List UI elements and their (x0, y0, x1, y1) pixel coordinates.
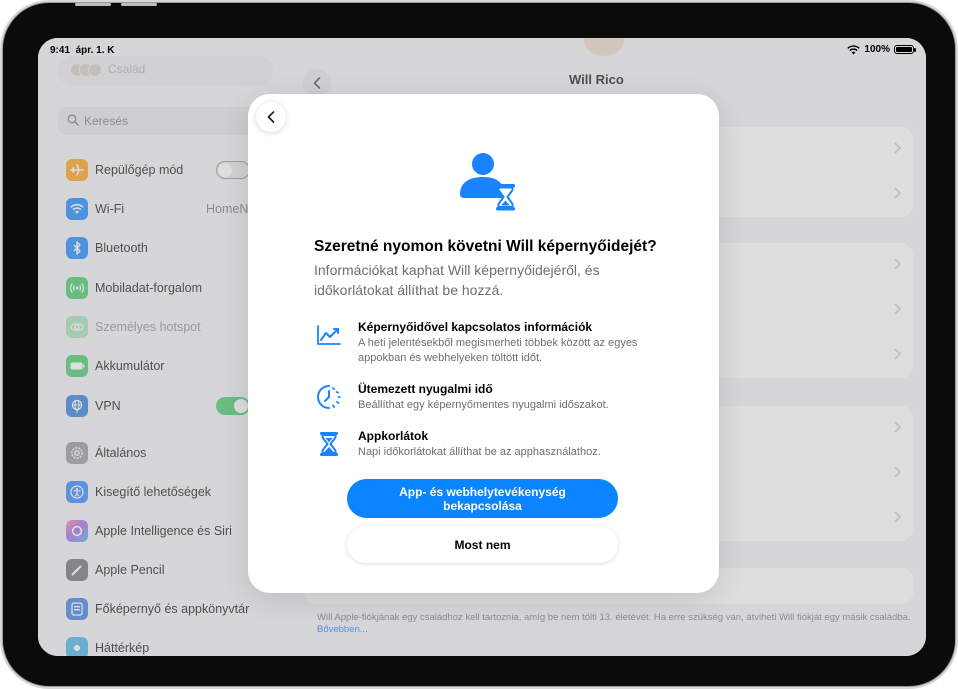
enable-activity-button[interactable]: App- és webhelytevékenység bekapcsolása (347, 479, 618, 518)
hourglass-icon (320, 432, 338, 456)
battery-status-icon (894, 45, 916, 54)
not-now-button[interactable]: Most nem (347, 526, 618, 563)
screen-time-modal: Szeretné nyomon követni Will képernyőide… (248, 94, 719, 593)
feature-title: Ütemezett nyugalmi idő (358, 382, 493, 396)
status-bar: 9:41 ápr. 1. K 100% (38, 38, 926, 60)
modal-title: Szeretné nyomon követni Will képernyőide… (314, 238, 657, 255)
status-time: 9:41 ápr. 1. K (50, 45, 114, 56)
modal-back-button[interactable] (256, 102, 286, 132)
date: ápr. 1. K (75, 45, 115, 56)
screen: 9:41 ápr. 1. K 100% Család Keresés Repül… (38, 38, 926, 656)
corner-indicator (937, 673, 947, 683)
feature-title: Appkorlátok (358, 429, 429, 443)
downtime-icon (317, 385, 341, 409)
wifi-status-icon (847, 44, 861, 54)
modal-subtitle: Információkat kaphat Will képernyőidejér… (314, 262, 600, 298)
person-hourglass-icon (460, 153, 515, 211)
battery-percent: 100% (864, 44, 890, 55)
status-indicators: 100% (847, 44, 916, 55)
feature-description: Napi időkorlátokat állíthat be az apphas… (358, 446, 601, 458)
feature-description: Beállíthat egy képernyőmentes nyugalmi i… (358, 399, 609, 411)
hardware-buttons (75, 3, 165, 6)
ipad-frame: 9:41 ápr. 1. K 100% Család Keresés Repül… (3, 3, 955, 686)
feature-description: A heti jelentésekből megismerheti többek… (358, 337, 638, 364)
clock: 9:41 (50, 45, 71, 56)
feature-title: Képernyőidővel kapcsolatos információk (358, 320, 593, 334)
chevron-left-icon (267, 111, 275, 123)
chart-icon (317, 325, 341, 345)
